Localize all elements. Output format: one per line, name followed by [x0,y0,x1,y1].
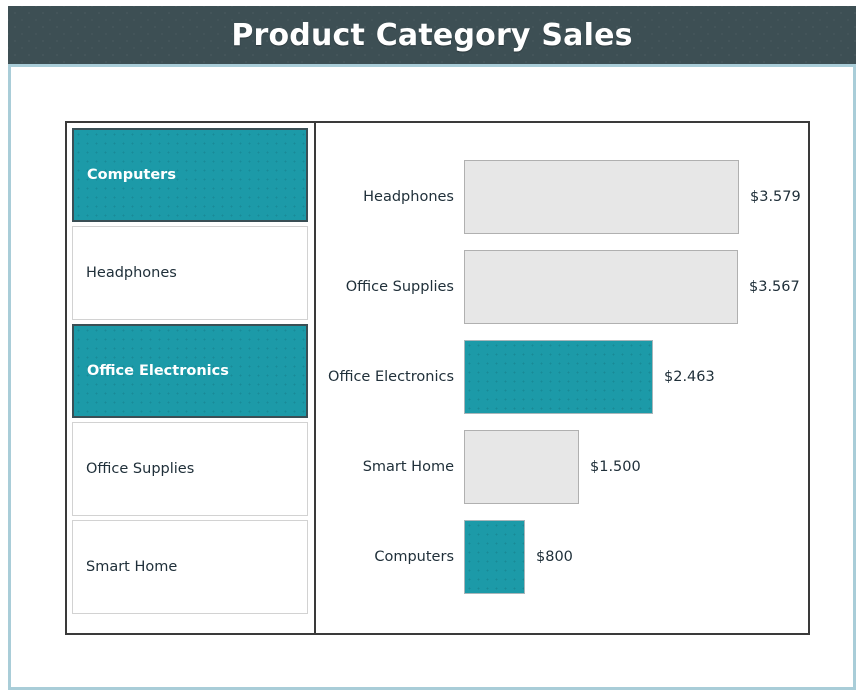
sidebar-item-computers[interactable]: Computers [72,128,308,222]
bar-value-label: $800 [525,549,573,565]
sidebar-item-headphones[interactable]: Headphones [72,226,308,320]
bar-row[interactable]: Computers $800 [316,520,808,594]
bar[interactable] [464,250,738,324]
bar-category-label: Headphones [316,189,464,205]
bar-row[interactable]: Office Electronics $2.463 [316,340,808,414]
bar-category-label: Office Electronics [316,369,464,385]
bar-value-label: $1.500 [579,459,641,475]
content-card: ComputersHeadphonesOffice ElectronicsOff… [8,64,856,690]
bar-track: $3.579 [464,160,808,234]
app-header: Product Category Sales [8,6,856,64]
bar-track: $800 [464,520,808,594]
bar-row[interactable]: Headphones $3.579 [316,160,808,234]
bar-category-label: Office Supplies [316,279,464,295]
bar[interactable] [464,160,739,234]
bar-category-label: Computers [316,549,464,565]
bar-category-label: Smart Home [316,459,464,475]
sidebar-item-label: Office Supplies [86,461,194,477]
bar-value-label: $3.579 [739,189,801,205]
panels-container: ComputersHeadphonesOffice ElectronicsOff… [65,121,810,635]
bar-track: $3.567 [464,250,808,324]
sidebar-item-office-supplies[interactable]: Office Supplies [72,422,308,516]
bar-track: $1.500 [464,430,808,504]
sidebar-item-label: Office Electronics [87,363,229,379]
bar-value-label: $2.463 [653,369,715,385]
sidebar-item-label: Smart Home [86,559,177,575]
bar-value-label: $3.567 [738,279,800,295]
bar[interactable] [464,340,653,414]
bar-chart: Headphones$3.579Office Supplies$3.567Off… [316,123,808,633]
sidebar-item-label: Computers [87,167,176,183]
bar[interactable] [464,430,579,504]
sidebar-item-label: Headphones [86,265,177,281]
category-sidebar: Computers Headphones Office Electronics Off… [67,123,316,633]
bar[interactable] [464,520,525,594]
page-title: Product Category Sales [231,18,632,53]
bar-row[interactable]: Office Supplies $3.567 [316,250,808,324]
bar-track: $2.463 [464,340,808,414]
chart-panel: Headphones$3.579Office Supplies$3.567Off… [316,123,808,633]
sidebar-item-office-electronics[interactable]: Office Electronics [72,324,308,418]
app-root: Product Category Sales Computers Headphon… [0,0,862,696]
bar-row[interactable]: Smart Home $1.500 [316,430,808,504]
sidebar-item-smart-home[interactable]: Smart Home [72,520,308,614]
